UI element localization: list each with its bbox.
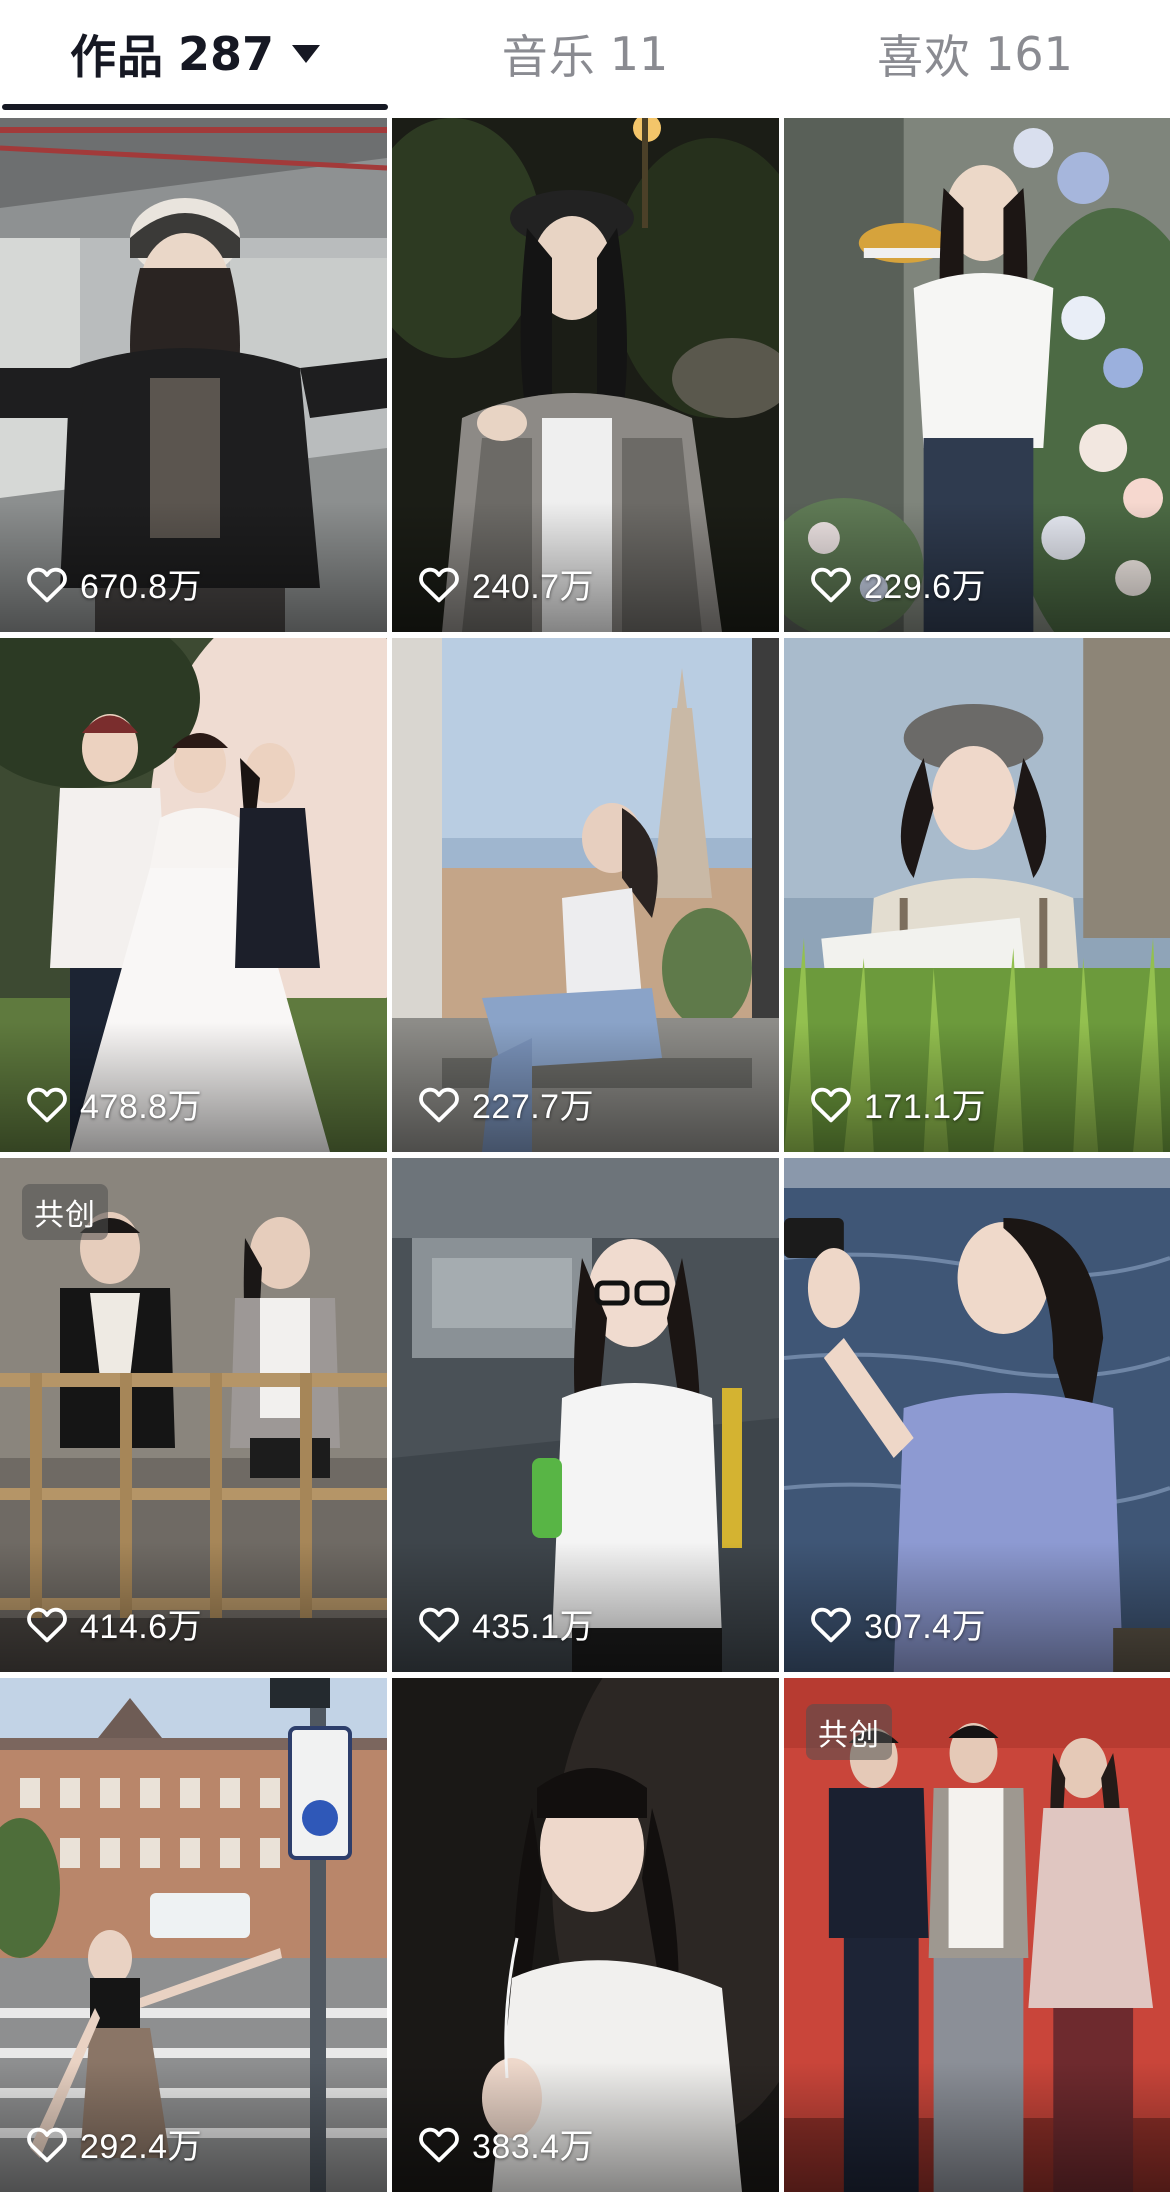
tab-works-count: 287 bbox=[177, 27, 275, 81]
video-thumbnail[interactable]: 383.4万 bbox=[392, 1678, 779, 2192]
heart-outline-icon bbox=[419, 1607, 459, 1642]
video-thumbnail[interactable]: 229.6万 bbox=[784, 118, 1170, 632]
tab-works-label: 作品 bbox=[69, 30, 164, 84]
caret-down-icon[interactable] bbox=[292, 45, 321, 63]
thumbnail-gradient bbox=[784, 2062, 1170, 2192]
like-count: 414.6万 bbox=[26, 1599, 202, 1648]
video-thumbnail[interactable]: 240.7万 bbox=[392, 118, 779, 632]
video-thumbnail[interactable]: 478.8万 bbox=[0, 638, 387, 1152]
like-count: 307.4万 bbox=[810, 1599, 986, 1648]
tab-music-count: 11 bbox=[609, 27, 669, 81]
heart-outline-icon bbox=[419, 2127, 459, 2162]
heart-outline-icon bbox=[811, 567, 851, 602]
video-thumbnail[interactable]: 435.1万 bbox=[392, 1158, 779, 1672]
video-thumbnail[interactable]: 共创 bbox=[784, 1678, 1170, 2192]
video-thumbnail[interactable]: 共创 414.6万 bbox=[0, 1158, 387, 1672]
heart-outline-icon bbox=[419, 567, 459, 602]
tab-music[interactable]: 音乐 11 bbox=[390, 0, 780, 108]
like-count: 240.7万 bbox=[418, 559, 594, 608]
like-count: 383.4万 bbox=[418, 2119, 594, 2168]
like-count: 292.4万 bbox=[26, 2119, 202, 2168]
like-count-text: 171.1万 bbox=[864, 1088, 987, 1126]
like-count: 171.1万 bbox=[810, 1079, 986, 1128]
like-count-text: 383.4万 bbox=[472, 2128, 595, 2166]
video-thumbnail[interactable]: 227.7万 bbox=[392, 638, 779, 1152]
like-count-text: 240.7万 bbox=[472, 568, 595, 606]
like-count: 478.8万 bbox=[26, 1079, 202, 1128]
co-creation-badge: 共创 bbox=[22, 1184, 108, 1240]
heart-outline-icon bbox=[27, 1607, 67, 1642]
heart-outline-icon bbox=[27, 1087, 67, 1122]
video-grid: 670.8万 240.7万 229.6万 478.8万 227.7万 171.1… bbox=[0, 118, 1170, 2192]
tab-works[interactable]: 作品 287 bbox=[0, 0, 390, 108]
like-count-text: 478.8万 bbox=[80, 1088, 203, 1126]
heart-outline-icon bbox=[419, 1087, 459, 1122]
tab-likes-count: 161 bbox=[985, 27, 1073, 81]
like-count-text: 435.1万 bbox=[472, 1608, 595, 1646]
heart-outline-icon bbox=[811, 1607, 851, 1642]
tab-music-label: 音乐 bbox=[501, 30, 596, 84]
like-count-text: 229.6万 bbox=[864, 568, 987, 606]
like-count: 229.6万 bbox=[810, 559, 986, 608]
like-count-text: 414.6万 bbox=[80, 1608, 203, 1646]
co-creation-badge: 共创 bbox=[806, 1704, 892, 1760]
like-count: 670.8万 bbox=[26, 559, 202, 608]
active-tab-indicator bbox=[2, 104, 388, 110]
heart-outline-icon bbox=[27, 2127, 67, 2162]
heart-outline-icon bbox=[27, 567, 67, 602]
video-thumbnail[interactable]: 307.4万 bbox=[784, 1158, 1170, 1672]
like-count-text: 292.4万 bbox=[80, 2128, 203, 2166]
like-count-text: 670.8万 bbox=[80, 568, 203, 606]
heart-outline-icon bbox=[811, 1087, 851, 1122]
video-thumbnail[interactable]: 171.1万 bbox=[784, 638, 1170, 1152]
profile-tab-bar: 作品 287 音乐 11 喜欢 161 bbox=[0, 0, 1170, 114]
like-count: 435.1万 bbox=[418, 1599, 594, 1648]
tab-likes-label: 喜欢 bbox=[877, 30, 972, 84]
video-thumbnail[interactable]: 670.8万 bbox=[0, 118, 387, 632]
like-count: 227.7万 bbox=[418, 1079, 594, 1128]
like-count-text: 307.4万 bbox=[864, 1608, 987, 1646]
like-count-text: 227.7万 bbox=[472, 1088, 595, 1126]
video-thumbnail[interactable]: 292.4万 bbox=[0, 1678, 387, 2192]
tab-likes[interactable]: 喜欢 161 bbox=[780, 0, 1170, 108]
